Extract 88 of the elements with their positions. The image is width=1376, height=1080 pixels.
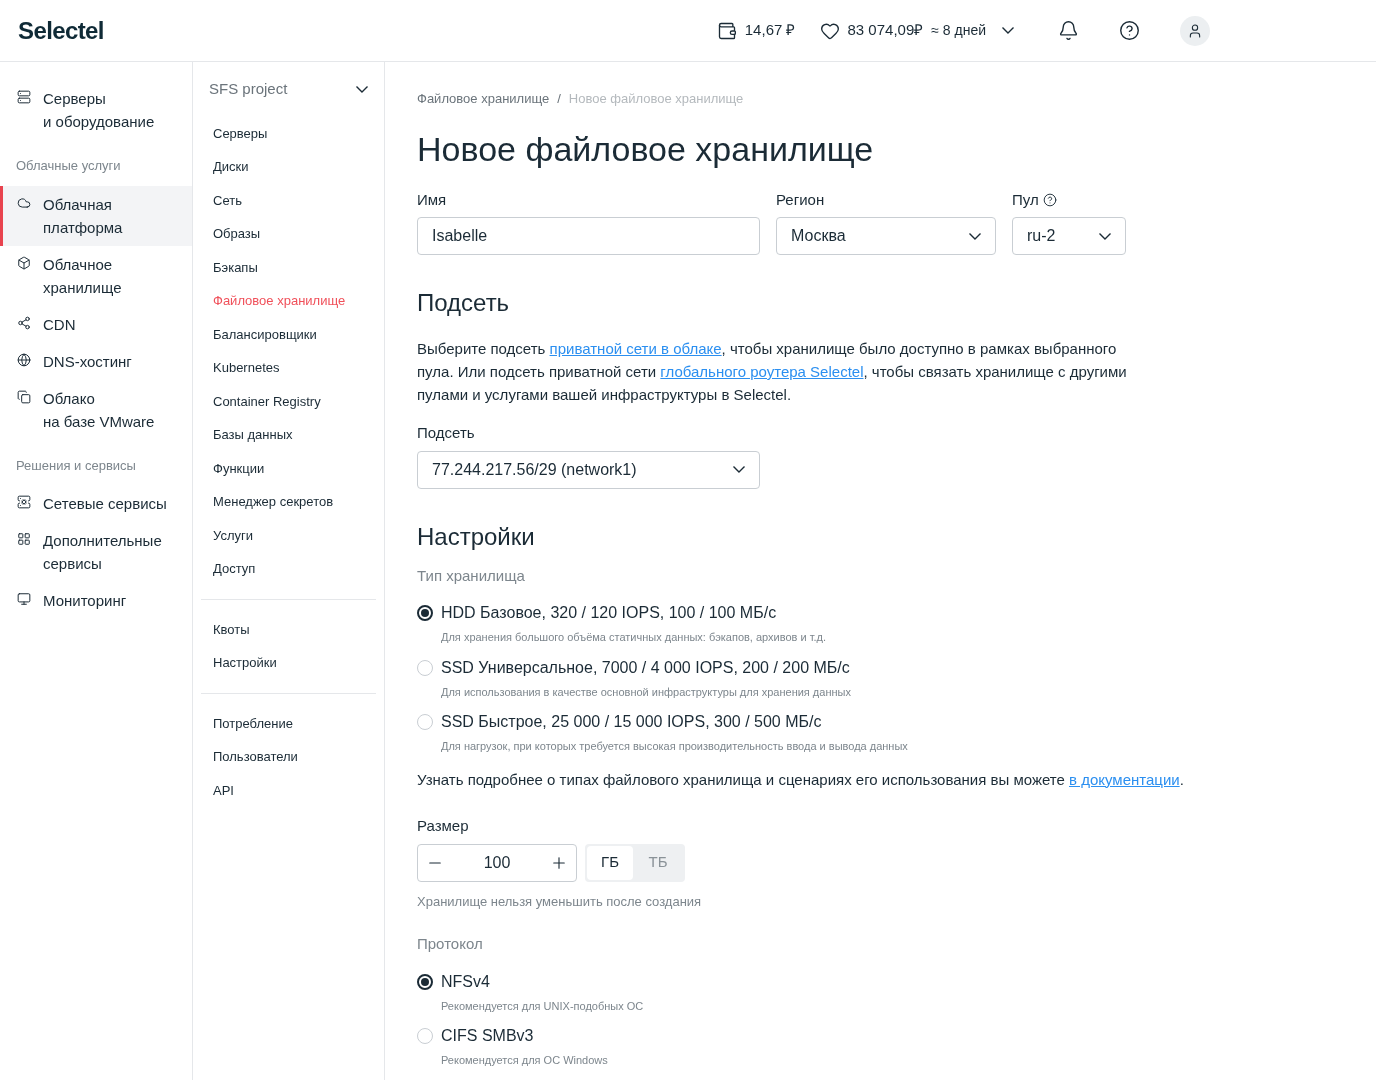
sidebar-item[interactable]: Дополнительные сервисы [0, 522, 192, 582]
logo[interactable]: Selectel [18, 12, 104, 49]
subnav-item[interactable]: Бэкапы [201, 250, 376, 284]
option-label: SSD Быстрое, 25 000 / 15 000 IOPS, 300 / 500 МБ/с [441, 712, 822, 732]
nodes-icon [17, 315, 31, 330]
option-hint: Для использования в качестве основной инфраструктуры для хранения данных [440, 684, 852, 700]
field-label: Подсеть [417, 423, 476, 443]
documentation-note: Узнать подробнее о типах файлового хранилища и сценариях его использования вы можете в документации. [417, 769, 1185, 790]
grid-icon [17, 532, 31, 546]
size-stepper[interactable]: 100 [417, 843, 577, 882]
subnav-item[interactable]: Базы данных [201, 418, 376, 452]
breadcrumb-item[interactable]: Файловое хранилище [417, 89, 550, 109]
server-icon [17, 90, 31, 104]
subnav-item[interactable]: Образы [201, 217, 376, 251]
sidebar-item[interactable]: CDN [0, 305, 192, 343]
subnav-item[interactable]: Диски [201, 150, 376, 184]
section-heading: Подсеть [417, 288, 511, 318]
sidebar-item[interactable]: DNS-хостинг [0, 342, 192, 380]
subnav-item[interactable]: Услуги [201, 518, 376, 552]
project-selector[interactable]: SFS project [201, 78, 376, 117]
chevron-down-icon [1002, 27, 1014, 34]
breadcrumb-separator: / [557, 90, 561, 108]
field-label: Регион [776, 189, 825, 210]
subnav-item[interactable]: Доступ [201, 552, 376, 586]
option-hint: Рекомендуется для ОС Windows [440, 1053, 609, 1068]
subnav-item[interactable]: Kubernetes [201, 351, 376, 385]
server-stack-icon [17, 495, 31, 509]
option-hint: Рекомендуется для UNIX-подобных ОС [440, 998, 645, 1014]
radio-button[interactable] [417, 605, 433, 621]
option-label: HDD Базовое, 320 / 120 IOPS, 100 / 100 МБ/с [441, 603, 777, 623]
help-icon[interactable] [1119, 20, 1140, 41]
sidebar-item[interactable]: Облачное хранилище [0, 245, 192, 306]
subnav-item[interactable]: Container Registry [201, 384, 376, 418]
subnav-item[interactable]: API [201, 773, 376, 807]
globe-icon [17, 352, 31, 367]
balance: 14,67 ₽ [744, 20, 796, 41]
field-label: Имя [417, 189, 447, 210]
subnav-item[interactable]: Квоты [201, 612, 376, 646]
unit-toggle[interactable]: ГБ [587, 845, 633, 880]
select-field[interactable]: ru-2 [1012, 217, 1126, 255]
field-label: Размер [417, 816, 470, 836]
breadcrumb-item: Новое файловое хранилище [568, 90, 744, 108]
field-hint: Хранилище нельзя уменьшить после создания [417, 892, 703, 911]
subnav-item[interactable]: Настройки [201, 646, 376, 680]
sidebar-item[interactable]: Сетевые сервисы [0, 485, 192, 522]
option-label: NFSv4 [441, 971, 490, 992]
option-hint: Для нагрузок, при которых требуется высокая производительность ввода и вывода данных [440, 739, 909, 754]
input-field[interactable]: Isabelle [417, 217, 760, 255]
sidebar-item[interactable]: Облачная платформа [0, 185, 192, 246]
stacked-squares-icon [17, 389, 31, 404]
section-heading: Настройки [417, 521, 536, 552]
days-left: ≈ 8 дней [931, 21, 986, 40]
group-label: Тип хранилища [417, 565, 526, 586]
chevron-down-icon [1099, 232, 1111, 240]
cloud-icon [17, 195, 31, 210]
option-hint: Для хранения большого объёма статичных данных: бэкапов, архивов и т.д. [440, 630, 828, 645]
notifications-icon[interactable] [1058, 20, 1079, 41]
monitor-icon [17, 592, 31, 606]
bonus-balance: 83 074,09₽ [847, 20, 924, 41]
field-label: Пул [1012, 189, 1039, 210]
subnav-item[interactable]: Сеть [201, 183, 376, 217]
option-label: SSD Универсальное, 7000 / 4 000 IOPS, 200 / 200 МБ/с [441, 657, 850, 678]
sidebar-item[interactable]: Серверы и оборудование [0, 80, 192, 140]
subnav-item[interactable]: Менеджер секретов [201, 485, 376, 519]
avatar[interactable] [1180, 15, 1210, 46]
wallet-icon [716, 20, 737, 41]
select-field[interactable]: 77.244.217.56/29 (network1) [417, 450, 760, 489]
page-title: Новое файловое хранилище [417, 128, 875, 170]
radio-button[interactable] [417, 973, 433, 990]
chevron-down-icon [969, 232, 981, 240]
subnav-item[interactable]: Серверы [201, 116, 376, 150]
option-label: CIFS SMBv3 [441, 1026, 534, 1046]
subnav-item[interactable]: Балансировщики [201, 317, 376, 351]
sidebar-section-title: Решения и сервисы [15, 456, 137, 475]
cube-icon [17, 255, 31, 270]
sidebar-item[interactable]: Мониторинг [0, 582, 192, 619]
subnav-item[interactable]: Пользователи [201, 740, 376, 774]
subnet-description: Выберите подсеть приватной сети в облаке, чтобы хранилище было доступно в рамках выбранного пула. Или подсеть приватной сети глобального роутера Selectel, чтобы связать хранилище с другими пулами и услугами вашей инфраструктуры в Selectel. [417, 339, 1128, 405]
chevron-down-icon [733, 466, 745, 473]
sidebar-item[interactable]: Облако на базе VMware [0, 379, 192, 440]
subnav-item[interactable]: Файловое хранилище [201, 284, 376, 318]
help-icon[interactable] [1042, 192, 1057, 207]
chevron-down-icon [356, 85, 368, 93]
subnav-item[interactable]: Потребление [201, 706, 376, 740]
subnav-item[interactable]: Функции [201, 451, 376, 485]
sidebar-section-title: Облачные услуги [15, 157, 122, 175]
select-field[interactable]: Москва [776, 217, 996, 255]
group-label: Протокол [417, 934, 484, 954]
